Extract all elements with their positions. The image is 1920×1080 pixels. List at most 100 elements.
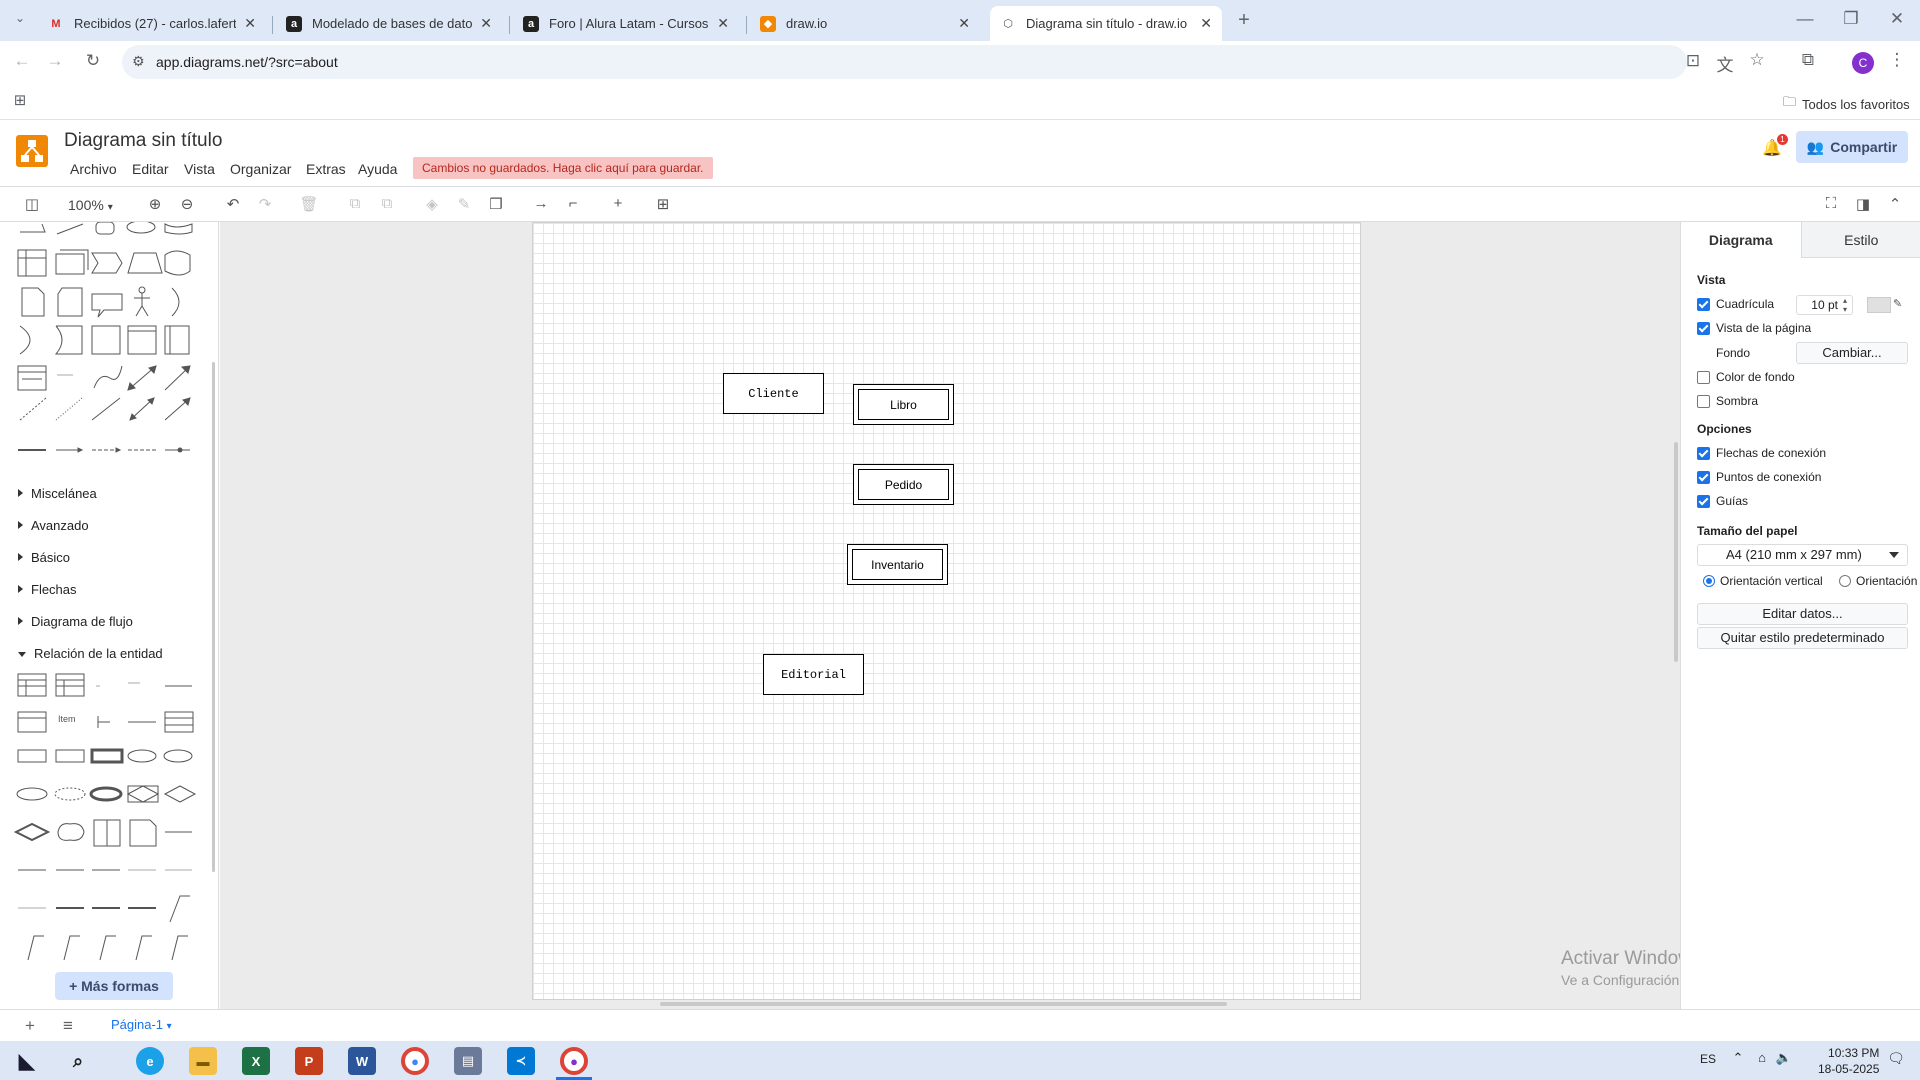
minimize-window-icon[interactable]: — <box>1793 9 1817 29</box>
menu-archivo[interactable]: Archivo <box>70 161 117 177</box>
shadow-checkbox[interactable]: Sombra <box>1697 394 1758 408</box>
close-tab-icon[interactable]: ✕ <box>958 15 970 32</box>
app-window-icon[interactable]: ▤ <box>454 1047 482 1075</box>
volume-icon[interactable]: 🔈 <box>1772 1050 1796 1066</box>
restore-window-icon[interactable]: ❐ <box>1839 9 1863 29</box>
excel-icon[interactable]: X <box>242 1047 270 1075</box>
menu-vista[interactable]: Vista <box>184 161 215 177</box>
entity-pedido[interactable]: Pedido <box>853 464 954 505</box>
fill-color-icon[interactable]: ◈ <box>421 195 443 213</box>
menu-ayuda[interactable]: Ayuda <box>358 161 397 177</box>
profile-avatar[interactable]: C <box>1852 52 1874 74</box>
address-bar[interactable]: ⚙ app.diagrams.net/?src=about <box>122 45 1687 79</box>
edit-data-button[interactable]: Editar datos... <box>1697 603 1908 625</box>
delete-icon[interactable]: 🗑 <box>298 195 320 213</box>
close-tab-icon[interactable]: ✕ <box>480 15 492 32</box>
pages-menu-icon[interactable]: ≡ <box>56 1016 80 1036</box>
system-clock[interactable]: 10:33 PM 18-05-2025 <box>1818 1045 1879 1077</box>
edit-grid-color-icon[interactable]: ✎ <box>1893 297 1902 310</box>
fullscreen-icon[interactable]: ⛶ <box>1820 195 1842 212</box>
entity-cliente[interactable]: Cliente <box>723 373 824 414</box>
menu-editar[interactable]: Editar <box>132 161 169 177</box>
reload-icon[interactable]: ↻ <box>81 51 105 71</box>
shadow-icon[interactable]: ❒ <box>485 195 507 213</box>
toggle-format-panel-icon[interactable]: ◨ <box>1852 195 1874 213</box>
toggle-shapes-panel-icon[interactable]: ◫ <box>21 195 43 213</box>
close-window-icon[interactable]: ✕ <box>1885 9 1909 29</box>
language-indicator[interactable]: ES <box>1700 1052 1716 1066</box>
portrait-radio[interactable]: Orientación vertical <box>1703 574 1823 588</box>
zoom-out-icon[interactable]: ⊖ <box>176 195 198 213</box>
entity-inventario[interactable]: Inventario <box>847 544 948 585</box>
word-icon[interactable]: W <box>348 1047 376 1075</box>
add-page-icon[interactable]: + <box>18 1016 42 1036</box>
diagram-page[interactable]: Cliente Libro Pedido Inventario Editoria… <box>532 222 1361 1000</box>
close-tab-icon[interactable]: ✕ <box>1200 15 1212 32</box>
page-view-checkbox[interactable]: Vista de la página <box>1697 321 1811 335</box>
forward-icon[interactable]: → <box>43 51 67 71</box>
close-tab-icon[interactable]: ✕ <box>717 15 729 32</box>
chrome-icon[interactable]: ● <box>401 1047 429 1075</box>
paper-size-select[interactable]: A4 (210 mm x 297 mm) <box>1697 544 1908 566</box>
tab-search-chevron-icon[interactable]: ⌄ <box>8 11 32 25</box>
menu-extras[interactable]: Extras <box>306 161 346 177</box>
notifications-icon[interactable]: 🗨 <box>1884 1050 1908 1067</box>
share-button[interactable]: 👥 Compartir <box>1796 131 1908 163</box>
site-info-icon[interactable]: ⚙ <box>132 53 145 70</box>
line-color-icon[interactable]: ✎ <box>453 195 475 213</box>
search-icon[interactable]: ⌕ <box>64 1047 92 1075</box>
section-miscelanea[interactable]: Miscelánea <box>18 486 97 501</box>
collapse-icon[interactable]: ⌃ <box>1884 195 1906 213</box>
change-background-button[interactable]: Cambiar... <box>1796 342 1908 364</box>
powerpoint-icon[interactable]: P <box>295 1047 323 1075</box>
grid-color-swatch[interactable] <box>1867 297 1891 313</box>
browser-tab-alura-course[interactable]: a Modelado de bases de datos: e ✕ <box>276 6 502 41</box>
section-relacion-de-la-entidad[interactable]: Relación de la entidad <box>18 646 163 661</box>
document-title[interactable]: Diagrama sin título <box>64 130 222 152</box>
browser-tab-drawio[interactable]: ◆ draw.io ✕ <box>750 6 980 41</box>
zoom-dropdown[interactable]: 100% ▾ <box>68 197 113 213</box>
connection-icon[interactable]: → <box>530 195 552 212</box>
browser-tab-diagram[interactable]: ⬡ Diagrama sin título - draw.io ✕ <box>990 6 1222 41</box>
section-avanzado[interactable]: Avanzado <box>18 518 89 533</box>
network-icon[interactable]: ⌂ <box>1750 1050 1774 1065</box>
connection-arrows-checkbox[interactable]: Flechas de conexión <box>1697 446 1826 460</box>
undo-icon[interactable]: ↶ <box>222 195 244 213</box>
section-flechas[interactable]: Flechas <box>18 582 77 597</box>
entity-libro[interactable]: Libro <box>853 384 954 425</box>
entity-editorial[interactable]: Editorial <box>763 654 864 695</box>
all-bookmarks-folder[interactable]: 🗀 Todos los favoritos <box>1783 93 1910 115</box>
tray-chevron-icon[interactable]: ⌃ <box>1726 1050 1750 1066</box>
canvas-vertical-scrollbar[interactable] <box>1674 442 1678 662</box>
back-icon[interactable]: ← <box>10 51 34 71</box>
install-app-icon[interactable]: ⊡ <box>1681 51 1705 71</box>
bg-color-checkbox[interactable]: Color de fondo <box>1697 370 1795 384</box>
diagram-canvas[interactable]: Cliente Libro Pedido Inventario Editoria… <box>220 222 1680 1009</box>
canvas-horizontal-scrollbar[interactable] <box>660 1002 1227 1006</box>
page-tab-current[interactable]: Página-1 ▾ <box>111 1017 172 1032</box>
extensions-icon[interactable]: ⧉ <box>1796 50 1820 70</box>
unsaved-changes-notice[interactable]: Cambios no guardados. Haga clic aquí par… <box>413 157 713 179</box>
chrome-profile-icon[interactable]: ● <box>560 1047 588 1075</box>
grid-size-stepper[interactable]: ▴ ▾ <box>1843 296 1847 314</box>
file-explorer-icon[interactable]: ▬ <box>189 1047 217 1075</box>
connection-points-checkbox[interactable]: Puntos de conexión <box>1697 470 1821 484</box>
shapes-panel-scrollbar[interactable] <box>212 362 215 872</box>
tab-diagrama[interactable]: Diagrama <box>1681 222 1802 258</box>
browser-tab-gmail[interactable]: M Recibidos (27) - carlos.laferte@ ✕ <box>38 6 266 41</box>
redo-icon[interactable]: ↷ <box>254 195 276 213</box>
tab-estilo[interactable]: Estilo <box>1801 222 1920 258</box>
new-tab-icon[interactable]: + <box>1232 9 1256 32</box>
table-icon[interactable]: ⊞ <box>652 195 674 213</box>
guides-checkbox[interactable]: Guías <box>1697 494 1748 508</box>
vscode-icon[interactable]: ≺ <box>507 1047 535 1075</box>
landscape-radio[interactable]: Orientación <box>1839 574 1917 588</box>
grid-checkbox[interactable]: Cuadrícula <box>1697 297 1774 311</box>
bookmark-star-icon[interactable]: ☆ <box>1745 50 1769 70</box>
translate-icon[interactable]: 文 <box>1713 51 1737 76</box>
close-tab-icon[interactable]: ✕ <box>244 15 256 32</box>
browser-menu-icon[interactable]: ⋮ <box>1885 50 1909 70</box>
insert-icon[interactable]: + <box>607 195 629 212</box>
section-diagrama-de-flujo[interactable]: Diagrama de flujo <box>18 614 133 629</box>
er-item-label[interactable]: Item <box>58 714 76 724</box>
